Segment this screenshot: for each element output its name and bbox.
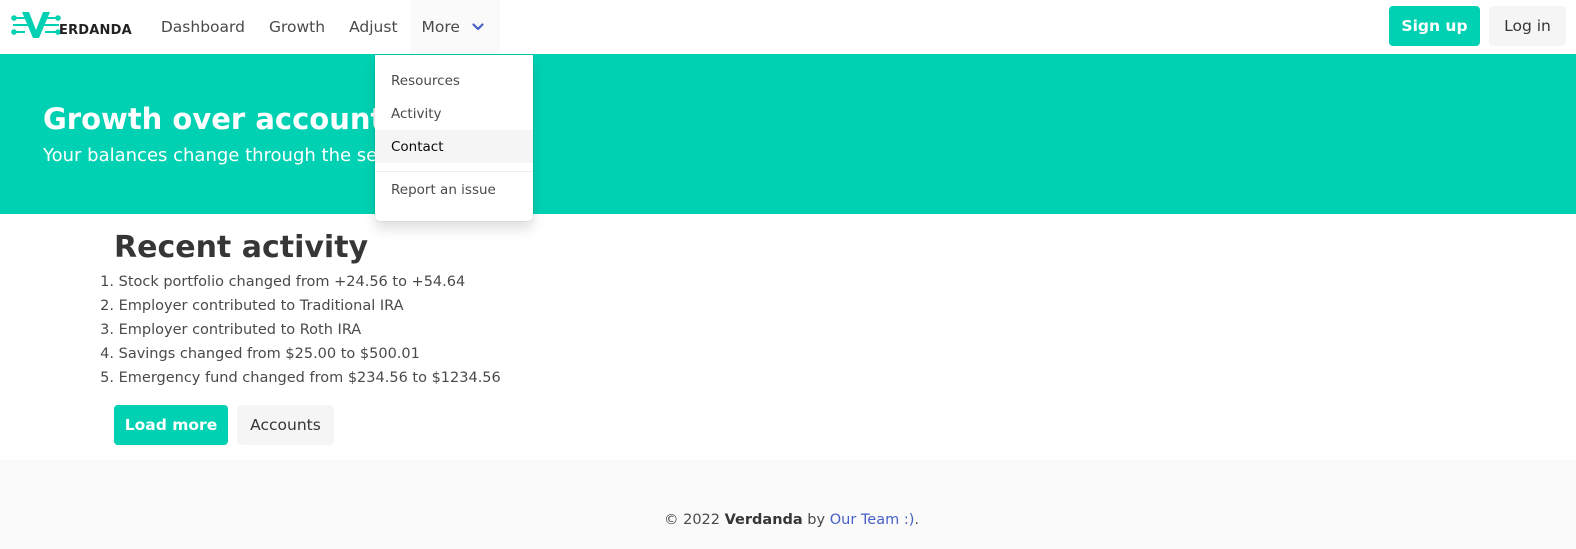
list-item: 2. Employer contributed to Traditional I… [100, 298, 404, 314]
nav-adjust[interactable]: Adjust [337, 0, 409, 54]
signup-button[interactable]: Sign up [1389, 6, 1480, 46]
dropdown-item-resources[interactable]: Resources [375, 64, 533, 97]
dropdown-item-activity[interactable]: Activity [375, 97, 533, 130]
footer-brand: Verdanda [724, 512, 803, 528]
accounts-button[interactable]: Accounts [237, 405, 334, 445]
nav-dashboard[interactable]: Dashboard [149, 0, 257, 54]
dropdown-item-report-issue[interactable]: Report an issue [375, 173, 533, 206]
login-button[interactable]: Log in [1489, 6, 1566, 46]
activity-list: 1. Stock portfolio changed from +24.56 t… [94, 270, 501, 390]
brand-wordmark: ERDANDA [59, 22, 132, 38]
brand-logo[interactable]: ERDANDA [11, 0, 132, 54]
chevron-down-icon [472, 18, 484, 36]
nav-more-label: More [421, 18, 460, 36]
navbar: ERDANDA Dashboard Growth Adjust More Sig… [0, 0, 1576, 54]
circuit-v-logo-icon [11, 10, 61, 44]
activity-actions: Load more Accounts [114, 405, 334, 445]
more-dropdown-menu: Resources Activity Contact Report an iss… [375, 55, 533, 221]
footer-text: © 2022 Verdanda by Our Team :). [664, 512, 919, 528]
list-item: 4. Savings changed from $25.00 to $500.0… [100, 346, 420, 362]
list-item: 5. Emergency fund changed from $234.56 t… [100, 370, 501, 386]
footer: © 2022 Verdanda by Our Team :). [0, 460, 1576, 549]
nav-growth[interactable]: Growth [257, 0, 337, 54]
hero-title: Growth over accounts. [43, 102, 413, 136]
footer-team-link[interactable]: Our Team :) [830, 512, 915, 528]
hero-banner: Growth over accounts. Your balances chan… [0, 54, 1576, 214]
hero-subtitle: Your balances change through the sea [43, 145, 389, 166]
auth-buttons: Sign up Log in [1389, 6, 1566, 46]
list-item: 3. Employer contributed to Roth IRA [100, 322, 362, 338]
list-item: 1. Stock portfolio changed from +24.56 t… [100, 274, 466, 290]
dropdown-item-contact[interactable]: Contact [375, 130, 533, 163]
recent-activity-title: Recent activity [114, 230, 369, 265]
dropdown-divider [375, 171, 533, 172]
load-more-button[interactable]: Load more [114, 405, 228, 445]
nav-more-dropdown[interactable]: More [409, 0, 500, 54]
